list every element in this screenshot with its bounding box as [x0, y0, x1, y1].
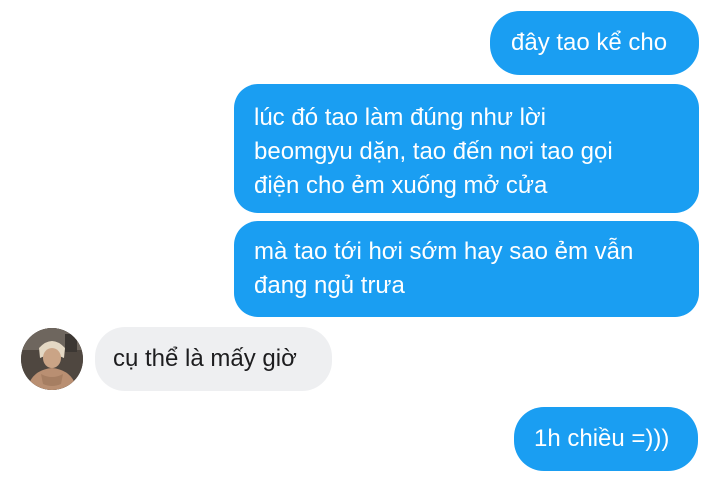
message-bubble-outgoing[interactable]: lúc đó tao làm đúng như lời beomgyu dặn,…	[234, 84, 699, 213]
message-bubble-outgoing[interactable]: mà tao tới hơi sớm hay sao ẻm vẫn đang n…	[234, 221, 699, 317]
message-bubble-outgoing[interactable]: đây tao kể cho	[490, 11, 699, 75]
avatar-photo-icon	[21, 328, 83, 390]
message-bubble-outgoing[interactable]: 1h chiều =)))	[514, 407, 698, 471]
sender-avatar[interactable]	[21, 328, 83, 390]
message-bubble-incoming[interactable]: cụ thể là mấy giờ	[95, 327, 332, 391]
